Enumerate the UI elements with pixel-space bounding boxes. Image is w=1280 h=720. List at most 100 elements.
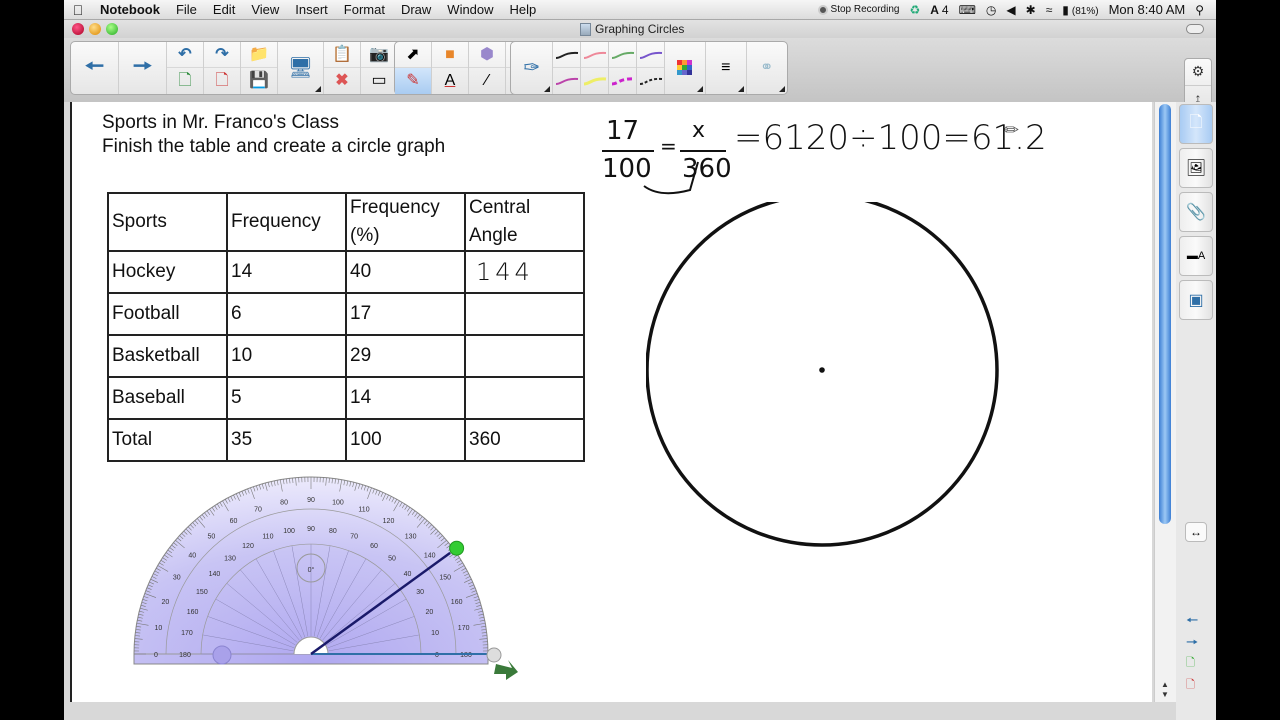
spotlight-search-icon[interactable]: ⚲ xyxy=(1195,3,1204,17)
auto-hide-toggle-button[interactable]: ↔ xyxy=(1185,522,1207,542)
menu-view[interactable]: View xyxy=(243,2,287,17)
text-tool-button[interactable]: A xyxy=(432,68,468,94)
protractor-tool[interactable]: 0 10 20 30 40 50 60 70 80 90 100 110 120 130 140 150 160… xyxy=(132,468,532,688)
adobe-icon[interactable]: A4 xyxy=(930,3,948,17)
wifi-icon[interactable]: ≈ xyxy=(1046,3,1053,17)
transparency-button[interactable]: ⚭ xyxy=(747,42,787,94)
menu-draw[interactable]: Draw xyxy=(393,2,439,17)
protractor-rotate-handle[interactable] xyxy=(486,647,502,663)
table-cell[interactable]: Basketball xyxy=(107,334,228,378)
header-frequency[interactable]: Frequency xyxy=(226,192,347,252)
stroke-dash-magenta-button[interactable] xyxy=(609,68,636,94)
side-add-page-button[interactable]: 🗋 xyxy=(1186,654,1195,673)
stroke-pink-button[interactable] xyxy=(581,42,609,68)
table-cell[interactable]: 10 xyxy=(226,334,347,378)
minimize-window-button[interactable] xyxy=(89,23,101,35)
table-cell[interactable]: 14 xyxy=(345,376,466,420)
menu-insert[interactable]: Insert xyxy=(287,2,336,17)
stroke-yellow-button[interactable] xyxy=(581,68,608,94)
stroke-purple-button[interactable] xyxy=(637,42,665,68)
undo-button[interactable]: ↶ xyxy=(167,42,203,68)
table-cell[interactable]: 6 xyxy=(226,292,347,336)
zoom-window-button[interactable] xyxy=(106,23,118,35)
shapes-tool-button[interactable]: ■ xyxy=(432,42,468,68)
table-cell[interactable]: 35 xyxy=(226,418,347,462)
vertical-scrollbar[interactable]: ▲ ▼ xyxy=(1154,102,1176,702)
menu-app-notebook[interactable]: Notebook xyxy=(92,2,168,17)
circle-graph[interactable] xyxy=(646,202,1006,562)
table-cell-handwritten[interactable]: 144 xyxy=(464,250,585,294)
table-cell[interactable]: 14 xyxy=(226,250,347,294)
tab-add-ons[interactable]: ▣ xyxy=(1179,280,1213,320)
save-button[interactable]: 💾 xyxy=(241,68,277,94)
table-cell[interactable] xyxy=(464,376,585,420)
protractor-resize-arrow-icon[interactable] xyxy=(494,660,518,680)
delete-page-button[interactable]: 🗋 xyxy=(204,68,240,94)
pens-tool-button[interactable]: ✎ xyxy=(395,68,431,94)
select-tool-button[interactable]: ⬈ xyxy=(395,42,431,68)
sports-table[interactable]: Sports Frequency Frequency (%) Central A… xyxy=(107,192,585,462)
handwritten-proportion[interactable]: 17 100 = x 360 =6120÷100=61.2 ✏ xyxy=(600,116,1047,196)
menu-file[interactable]: File xyxy=(168,2,205,17)
table-cell[interactable]: 5 xyxy=(226,376,347,420)
table-cell[interactable]: 40 xyxy=(345,250,466,294)
menu-window[interactable]: Window xyxy=(439,2,501,17)
table-cell[interactable]: Hockey xyxy=(107,250,228,294)
battery-icon[interactable]: ▮ (81%) xyxy=(1062,3,1098,17)
close-window-button[interactable] xyxy=(72,23,84,35)
screen-capture-button[interactable]: 📷 xyxy=(361,42,397,68)
stroke-dash-black-button[interactable] xyxy=(637,68,664,94)
scroll-arrows[interactable]: ▲ ▼ xyxy=(1158,680,1172,700)
tab-attachments[interactable]: 📎 xyxy=(1179,192,1213,232)
settings-button[interactable]: ⚙ xyxy=(1185,59,1211,86)
volume-icon[interactable]: ◀ xyxy=(1006,3,1015,17)
header-sports[interactable]: Sports xyxy=(107,192,228,252)
table-cell[interactable]: 360 xyxy=(464,418,585,462)
side-delete-page-button[interactable]: 🗋 xyxy=(1186,676,1195,695)
bluetooth-icon[interactable]: ✱ xyxy=(1026,3,1036,17)
clock[interactable]: Mon 8:40 AM xyxy=(1109,2,1186,17)
protractor-flip-handle[interactable] xyxy=(212,645,232,665)
table-cell[interactable]: Football xyxy=(107,292,228,336)
tab-properties[interactable]: ▬A xyxy=(1179,236,1213,276)
header-frequency-percent[interactable]: Frequency (%) xyxy=(345,192,466,252)
circle-center-point[interactable] xyxy=(819,367,825,373)
notebook-page[interactable]: Sports in Mr. Franco's Class Finish the … xyxy=(70,102,1152,702)
open-file-button[interactable]: 📁 xyxy=(241,42,277,68)
side-next-page-button[interactable]: 🠖 xyxy=(1186,632,1198,656)
stroke-magenta-button[interactable] xyxy=(553,68,580,94)
pen-type-button[interactable]: ✑ xyxy=(511,42,554,94)
scrollbar-thumb[interactable] xyxy=(1159,104,1171,524)
table-cell[interactable] xyxy=(464,334,585,378)
color-palette-button[interactable] xyxy=(665,42,706,94)
sync-icon[interactable]: ♻ xyxy=(909,3,920,17)
screen-view-button[interactable]: ▭ xyxy=(361,68,397,94)
table-cell[interactable]: 100 xyxy=(345,418,466,462)
apple-logo-icon[interactable]:  xyxy=(64,2,92,18)
table-cell[interactable]: 17 xyxy=(345,292,466,336)
menu-help[interactable]: Help xyxy=(502,2,545,17)
table-cell[interactable] xyxy=(464,292,585,336)
table-cell[interactable]: Baseball xyxy=(107,376,228,420)
stroke-green-button[interactable] xyxy=(609,42,637,68)
menu-edit[interactable]: Edit xyxy=(205,2,243,17)
header-central-angle[interactable]: Central Angle xyxy=(464,192,585,252)
time-machine-icon[interactable]: ◷ xyxy=(986,3,996,17)
stop-recording-button[interactable]: Stop Recording xyxy=(817,4,899,15)
paste-button[interactable]: 📋 xyxy=(324,42,360,68)
tab-page-sorter[interactable]: 🗋 xyxy=(1179,104,1213,144)
line-style-button[interactable]: ≡ xyxy=(706,42,747,94)
redo-button[interactable]: ↷ xyxy=(204,42,240,68)
menu-format[interactable]: Format xyxy=(336,2,393,17)
add-page-button[interactable]: 🗋 xyxy=(167,68,203,94)
keyboard-icon[interactable]: ⌨ xyxy=(959,3,976,17)
toolbar-toggle-button[interactable] xyxy=(1186,24,1204,34)
previous-page-button[interactable]: 🠔 xyxy=(71,42,119,94)
table-cell[interactable]: 29 xyxy=(345,334,466,378)
tab-gallery[interactable]: 🖼 xyxy=(1179,148,1213,188)
side-previous-page-button[interactable]: 🠔 xyxy=(1186,610,1198,634)
next-page-button[interactable]: 🠖 xyxy=(119,42,167,94)
line-tool-button[interactable]: ∕ xyxy=(469,68,505,94)
stroke-black-button[interactable] xyxy=(553,42,581,68)
screen-shade-button[interactable]: 🖥 xyxy=(278,42,324,94)
